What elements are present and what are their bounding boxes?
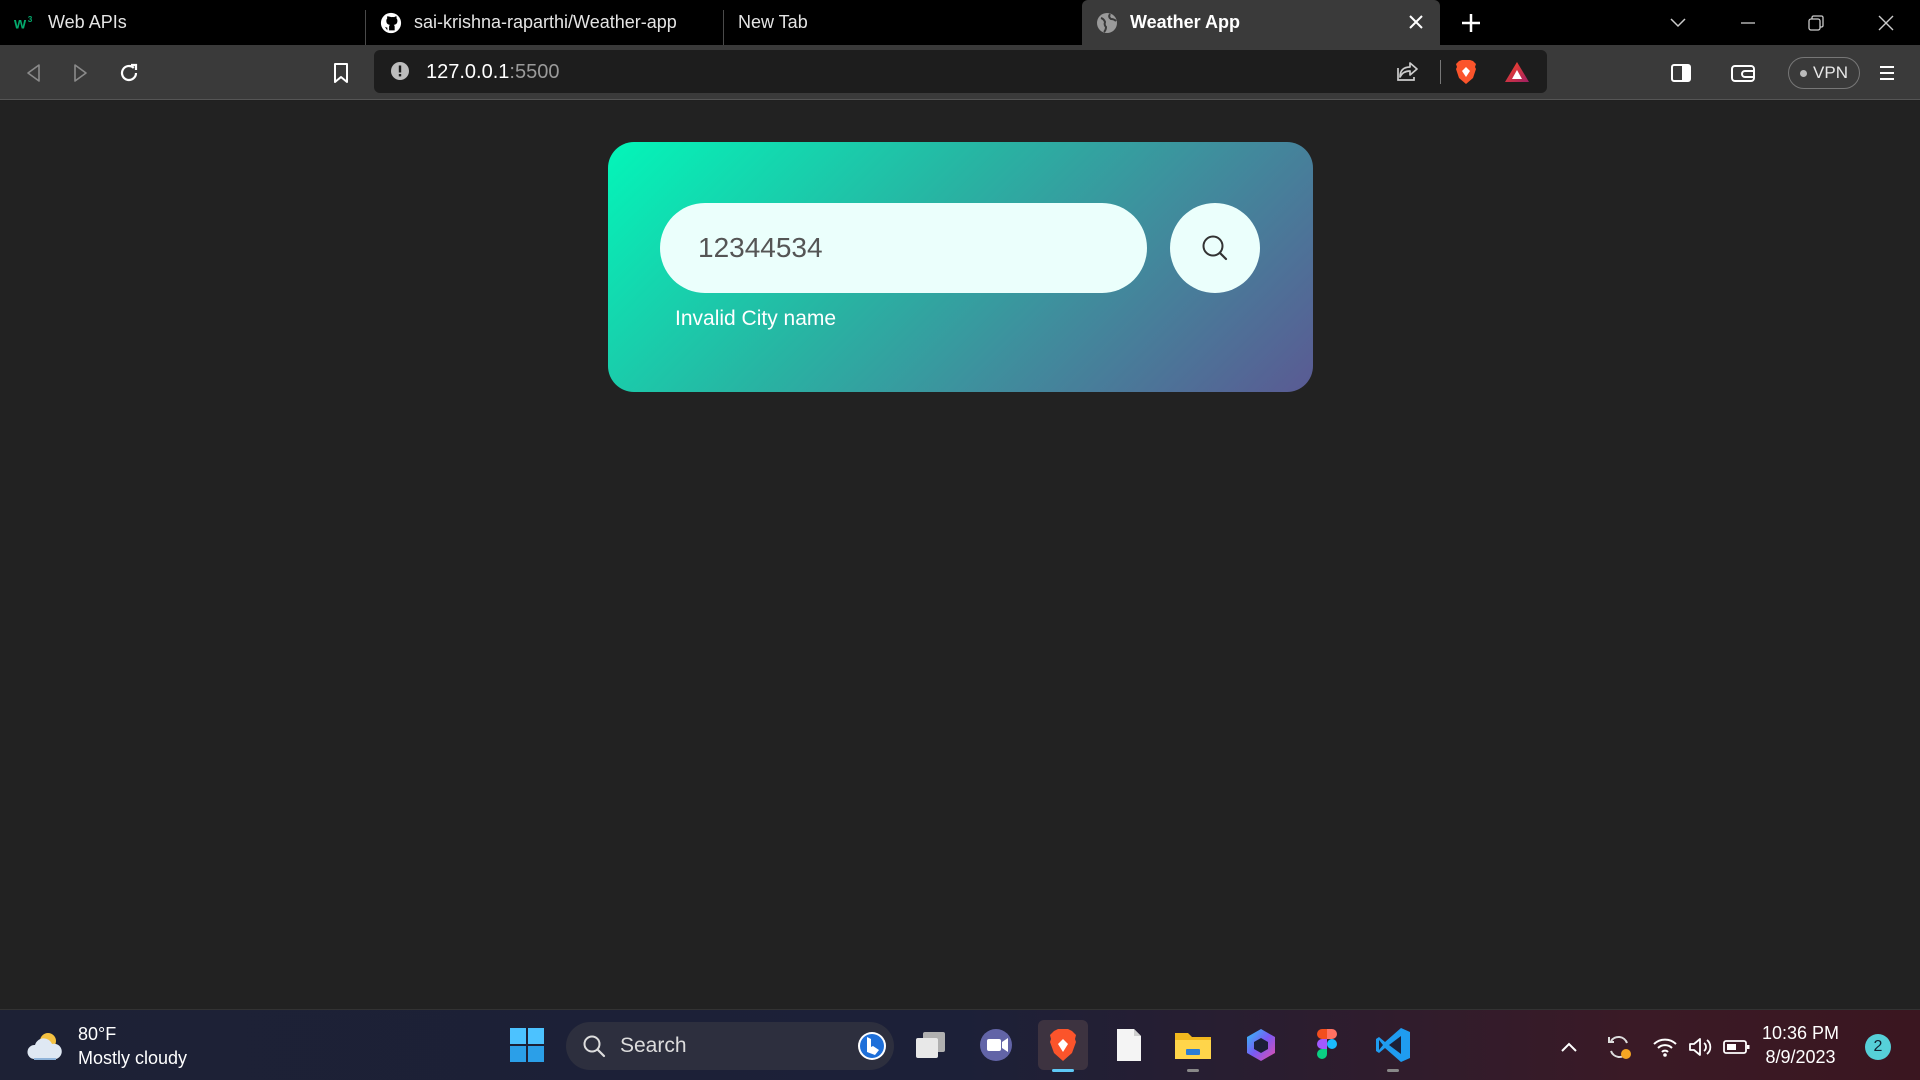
share-icon[interactable] bbox=[1396, 60, 1420, 87]
show-hidden-icons-button[interactable] bbox=[1554, 1032, 1584, 1062]
taskbar-app-figma[interactable] bbox=[1302, 1020, 1352, 1070]
tab-title: Weather App bbox=[1130, 12, 1241, 32]
svg-text:w: w bbox=[14, 15, 27, 32]
restore-icon bbox=[1808, 14, 1824, 31]
reload-icon bbox=[120, 63, 138, 82]
taskbar-search-label: Search bbox=[620, 1034, 687, 1057]
tab-title: sai-krishna-raparthi/Weather-app bbox=[414, 12, 677, 32]
bookmark-button[interactable] bbox=[324, 56, 358, 90]
wifi-button[interactable] bbox=[1650, 1032, 1680, 1062]
volume-button[interactable] bbox=[1686, 1032, 1716, 1062]
back-button[interactable] bbox=[16, 56, 50, 90]
figma-icon bbox=[1317, 1029, 1337, 1059]
sync-icon bbox=[1608, 1036, 1631, 1059]
taskbar-app-copilot[interactable] bbox=[1236, 1020, 1286, 1070]
vpn-button[interactable]: VPN bbox=[1788, 57, 1860, 89]
taskbar-search-box[interactable]: Search bbox=[566, 1022, 894, 1070]
weather-widget[interactable]: 80°F Mostly cloudy bbox=[26, 1022, 187, 1070]
taskbar-app-file-explorer[interactable] bbox=[1168, 1020, 1218, 1072]
brave-browser-icon bbox=[1050, 1029, 1076, 1061]
sidebar-toggle-button[interactable] bbox=[1664, 56, 1698, 90]
chevron-up-icon bbox=[1561, 1042, 1577, 1052]
bing-icon[interactable] bbox=[856, 1030, 888, 1062]
hamburger-menu-icon bbox=[1880, 66, 1894, 80]
tab-title: New Tab bbox=[738, 12, 808, 32]
vpn-label: VPN bbox=[1813, 63, 1848, 82]
minimize-icon bbox=[1741, 21, 1755, 24]
folder-icon bbox=[1175, 1033, 1211, 1059]
taskbar-app-vscode[interactable] bbox=[1368, 1020, 1418, 1072]
copilot-icon bbox=[1247, 1029, 1275, 1061]
weather-temp: 80°F bbox=[78, 1024, 117, 1044]
new-tab-button[interactable] bbox=[1440, 0, 1502, 45]
url-text[interactable]: 127.0.0.1:5500 bbox=[426, 61, 559, 84]
github-icon bbox=[380, 12, 402, 34]
forward-arrow-icon bbox=[74, 64, 87, 82]
tab-title: Web APIs bbox=[48, 12, 127, 32]
menu-button[interactable] bbox=[1870, 56, 1904, 90]
sync-tray-button[interactable] bbox=[1604, 1032, 1634, 1062]
wallet-button[interactable] bbox=[1726, 56, 1760, 90]
weather-card: Invalid City name bbox=[608, 142, 1313, 392]
vpn-status-dot bbox=[1800, 69, 1808, 77]
browser-tab-strip: w3 Web APIs sai-krishna-raparthi/Weather… bbox=[0, 0, 1920, 45]
clock-date: 8/9/2023 bbox=[1765, 1047, 1836, 1067]
close-tab-icon[interactable] bbox=[1406, 12, 1426, 32]
search-icon bbox=[1202, 235, 1228, 261]
taskbar-app-notepad[interactable] bbox=[1104, 1020, 1154, 1070]
plus-icon bbox=[1462, 13, 1480, 32]
windows-logo-icon bbox=[510, 1028, 544, 1062]
clock-time: 10:36 PM bbox=[1762, 1023, 1840, 1043]
error-message: Invalid City name bbox=[675, 307, 837, 330]
wifi-icon bbox=[1653, 1038, 1677, 1057]
notification-badge[interactable]: 2 bbox=[1865, 1034, 1891, 1060]
w3schools-icon: w3 bbox=[14, 12, 36, 34]
brave-shields-icon[interactable] bbox=[1454, 59, 1478, 90]
chevron-down-icon bbox=[1670, 17, 1686, 27]
windows-taskbar: 80°F Mostly cloudy Search 10:36 PM 8/9/2… bbox=[0, 1009, 1920, 1080]
start-button[interactable] bbox=[502, 1020, 552, 1070]
battery-icon bbox=[1723, 1040, 1750, 1054]
page-viewport: Invalid City name bbox=[0, 101, 1920, 1009]
tab-web-apis[interactable]: w3 Web APIs bbox=[0, 0, 366, 45]
tab-new-tab[interactable]: New Tab bbox=[724, 0, 1082, 45]
task-view-icon bbox=[916, 1032, 945, 1058]
back-arrow-icon bbox=[27, 64, 40, 82]
search-icon bbox=[583, 1035, 606, 1058]
taskbar-app-brave[interactable] bbox=[1038, 1020, 1088, 1072]
reload-button[interactable] bbox=[112, 56, 146, 90]
browser-toolbar: 127.0.0.1:5500 VPN bbox=[0, 45, 1920, 100]
site-info-icon[interactable] bbox=[390, 61, 410, 86]
close-icon bbox=[1878, 15, 1894, 30]
cloudy-weather-icon bbox=[27, 1033, 62, 1060]
teams-meet-icon bbox=[980, 1029, 1012, 1061]
minimize-button[interactable] bbox=[1714, 0, 1782, 45]
speaker-icon bbox=[1689, 1038, 1712, 1056]
forward-button[interactable] bbox=[64, 56, 98, 90]
taskbar-app-teams-meet[interactable] bbox=[972, 1020, 1022, 1070]
sidebar-icon bbox=[1671, 64, 1691, 82]
restore-button[interactable] bbox=[1782, 0, 1850, 45]
globe-icon bbox=[1096, 12, 1118, 34]
weather-condition: Mostly cloudy bbox=[78, 1048, 188, 1068]
wallet-icon bbox=[1731, 65, 1755, 82]
notepad-icon bbox=[1117, 1029, 1141, 1061]
search-button[interactable] bbox=[1170, 203, 1260, 293]
battery-button[interactable] bbox=[1722, 1032, 1752, 1062]
address-bar[interactable]: 127.0.0.1:5500 bbox=[374, 50, 1547, 93]
taskbar-app-task-view[interactable] bbox=[906, 1020, 956, 1070]
tab-github[interactable]: sai-krishna-raparthi/Weather-app bbox=[366, 0, 724, 45]
vscode-icon bbox=[1376, 1028, 1410, 1062]
svg-text:3: 3 bbox=[28, 15, 33, 24]
close-window-button[interactable] bbox=[1852, 0, 1920, 45]
brave-rewards-icon[interactable] bbox=[1504, 60, 1530, 89]
city-search-input[interactable] bbox=[660, 203, 1147, 293]
bookmark-icon bbox=[334, 63, 348, 83]
tab-search-button[interactable] bbox=[1644, 0, 1712, 45]
tab-weather-app[interactable]: Weather App bbox=[1082, 0, 1440, 45]
system-clock[interactable]: 10:36 PM 8/9/2023 bbox=[1762, 1021, 1839, 1069]
